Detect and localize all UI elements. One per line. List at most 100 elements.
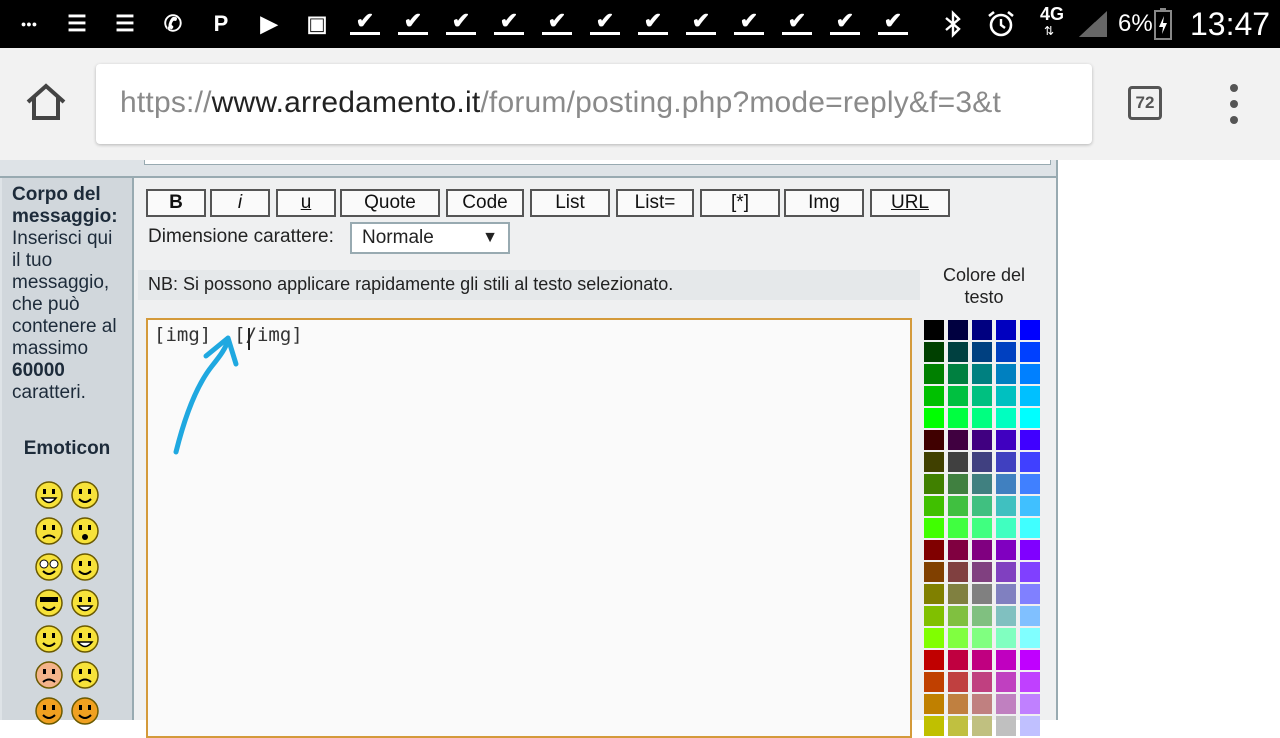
color-swatch[interactable] <box>948 364 968 384</box>
color-swatch[interactable] <box>972 496 992 516</box>
color-swatch[interactable] <box>996 562 1016 582</box>
color-swatch[interactable] <box>1020 606 1040 626</box>
color-swatch[interactable] <box>948 386 968 406</box>
color-swatch[interactable] <box>1020 694 1040 714</box>
address-bar[interactable]: https://www.arredamento.it/forum/posting… <box>96 64 1092 144</box>
color-swatch[interactable] <box>996 408 1016 428</box>
color-swatch[interactable] <box>924 628 944 648</box>
color-swatch[interactable] <box>924 320 944 340</box>
color-swatch[interactable] <box>1020 496 1040 516</box>
color-swatch[interactable] <box>948 452 968 472</box>
color-swatch[interactable] <box>948 320 968 340</box>
color-swatch[interactable] <box>948 408 968 428</box>
color-swatch[interactable] <box>1020 474 1040 494</box>
color-swatch[interactable] <box>924 342 944 362</box>
color-swatch[interactable] <box>996 650 1016 670</box>
color-swatch[interactable] <box>972 562 992 582</box>
color-swatch[interactable] <box>1020 518 1040 538</box>
color-swatch[interactable] <box>996 364 1016 384</box>
font-size-select[interactable]: Normale ▼ <box>350 222 510 254</box>
subject-field-edge[interactable] <box>144 160 1051 165</box>
emoticon-sad-icon[interactable] <box>34 516 64 546</box>
bbcode-button-quote[interactable]: Quote <box>340 189 440 217</box>
color-swatch[interactable] <box>972 452 992 472</box>
color-swatch[interactable] <box>924 408 944 428</box>
url-text[interactable]: https://www.arredamento.it/forum/posting… <box>120 86 1001 120</box>
bbcode-button-code[interactable]: Code <box>446 189 524 217</box>
emoticon-mad-icon[interactable] <box>34 624 64 654</box>
color-swatch[interactable] <box>924 716 944 736</box>
emoticon-shock-icon[interactable] <box>34 660 64 690</box>
color-swatch[interactable] <box>924 364 944 384</box>
color-swatch[interactable] <box>948 518 968 538</box>
color-swatch[interactable] <box>1020 562 1040 582</box>
color-swatch[interactable] <box>924 672 944 692</box>
bbcode-button-url[interactable]: URL <box>870 189 950 217</box>
color-swatch[interactable] <box>972 386 992 406</box>
color-swatch[interactable] <box>924 606 944 626</box>
color-swatch[interactable] <box>996 584 1016 604</box>
color-swatch[interactable] <box>972 584 992 604</box>
color-swatch[interactable] <box>948 672 968 692</box>
color-swatch[interactable] <box>972 606 992 626</box>
color-swatch[interactable] <box>996 452 1016 472</box>
color-swatch[interactable] <box>972 716 992 736</box>
emoticon-smile-icon[interactable] <box>70 480 100 510</box>
color-swatch[interactable] <box>972 430 992 450</box>
color-swatch[interactable] <box>996 694 1016 714</box>
color-swatch[interactable] <box>972 672 992 692</box>
color-swatch[interactable] <box>972 364 992 384</box>
bbcode-button-b[interactable]: B <box>146 189 206 217</box>
emoticon-evil-icon[interactable] <box>34 696 64 726</box>
color-swatch[interactable] <box>996 518 1016 538</box>
color-swatch[interactable] <box>948 584 968 604</box>
emoticon-laugh-icon[interactable] <box>70 588 100 618</box>
color-swatch[interactable] <box>924 562 944 582</box>
color-swatch[interactable] <box>996 628 1016 648</box>
color-swatch[interactable] <box>924 430 944 450</box>
emoticon-frown-icon[interactable] <box>70 660 100 690</box>
color-swatch[interactable] <box>948 650 968 670</box>
color-swatch[interactable] <box>948 474 968 494</box>
color-swatch[interactable] <box>972 650 992 670</box>
color-swatch[interactable] <box>1020 540 1040 560</box>
color-swatch[interactable] <box>924 540 944 560</box>
color-swatch[interactable] <box>924 518 944 538</box>
color-swatch[interactable] <box>1020 320 1040 340</box>
color-swatch[interactable] <box>972 628 992 648</box>
color-swatch[interactable] <box>1020 452 1040 472</box>
color-swatch[interactable] <box>924 650 944 670</box>
color-swatch[interactable] <box>996 716 1016 736</box>
color-swatch[interactable] <box>972 540 992 560</box>
color-swatch[interactable] <box>924 386 944 406</box>
color-swatch[interactable] <box>948 342 968 362</box>
color-swatch[interactable] <box>1020 430 1040 450</box>
color-swatch[interactable] <box>924 694 944 714</box>
emoticon-eek-icon[interactable] <box>34 552 64 582</box>
color-swatch[interactable] <box>972 518 992 538</box>
color-swatch[interactable] <box>1020 386 1040 406</box>
color-swatch[interactable] <box>924 452 944 472</box>
color-swatch[interactable] <box>972 474 992 494</box>
emoticon-razz-icon[interactable] <box>70 624 100 654</box>
emoticon-grin-icon[interactable] <box>34 480 64 510</box>
emoticon-cool-icon[interactable] <box>34 588 64 618</box>
color-swatch[interactable] <box>948 540 968 560</box>
bbcode-button-img[interactable]: Img <box>784 189 864 217</box>
color-swatch[interactable] <box>1020 342 1040 362</box>
color-swatch[interactable] <box>996 474 1016 494</box>
color-swatch[interactable] <box>1020 716 1040 736</box>
color-swatch[interactable] <box>996 540 1016 560</box>
tab-switcher-button[interactable]: 72 <box>1128 86 1162 120</box>
color-swatch[interactable] <box>948 562 968 582</box>
message-textarea[interactable]: [img] [/img] <box>146 318 912 738</box>
color-swatch[interactable] <box>948 694 968 714</box>
bbcode-button-list-item[interactable]: [*] <box>700 189 780 217</box>
color-swatch[interactable] <box>996 386 1016 406</box>
color-swatch[interactable] <box>948 496 968 516</box>
color-swatch[interactable] <box>996 342 1016 362</box>
color-swatch[interactable] <box>972 694 992 714</box>
home-icon[interactable] <box>24 82 72 126</box>
color-swatch[interactable] <box>1020 628 1040 648</box>
color-swatch[interactable] <box>996 672 1016 692</box>
